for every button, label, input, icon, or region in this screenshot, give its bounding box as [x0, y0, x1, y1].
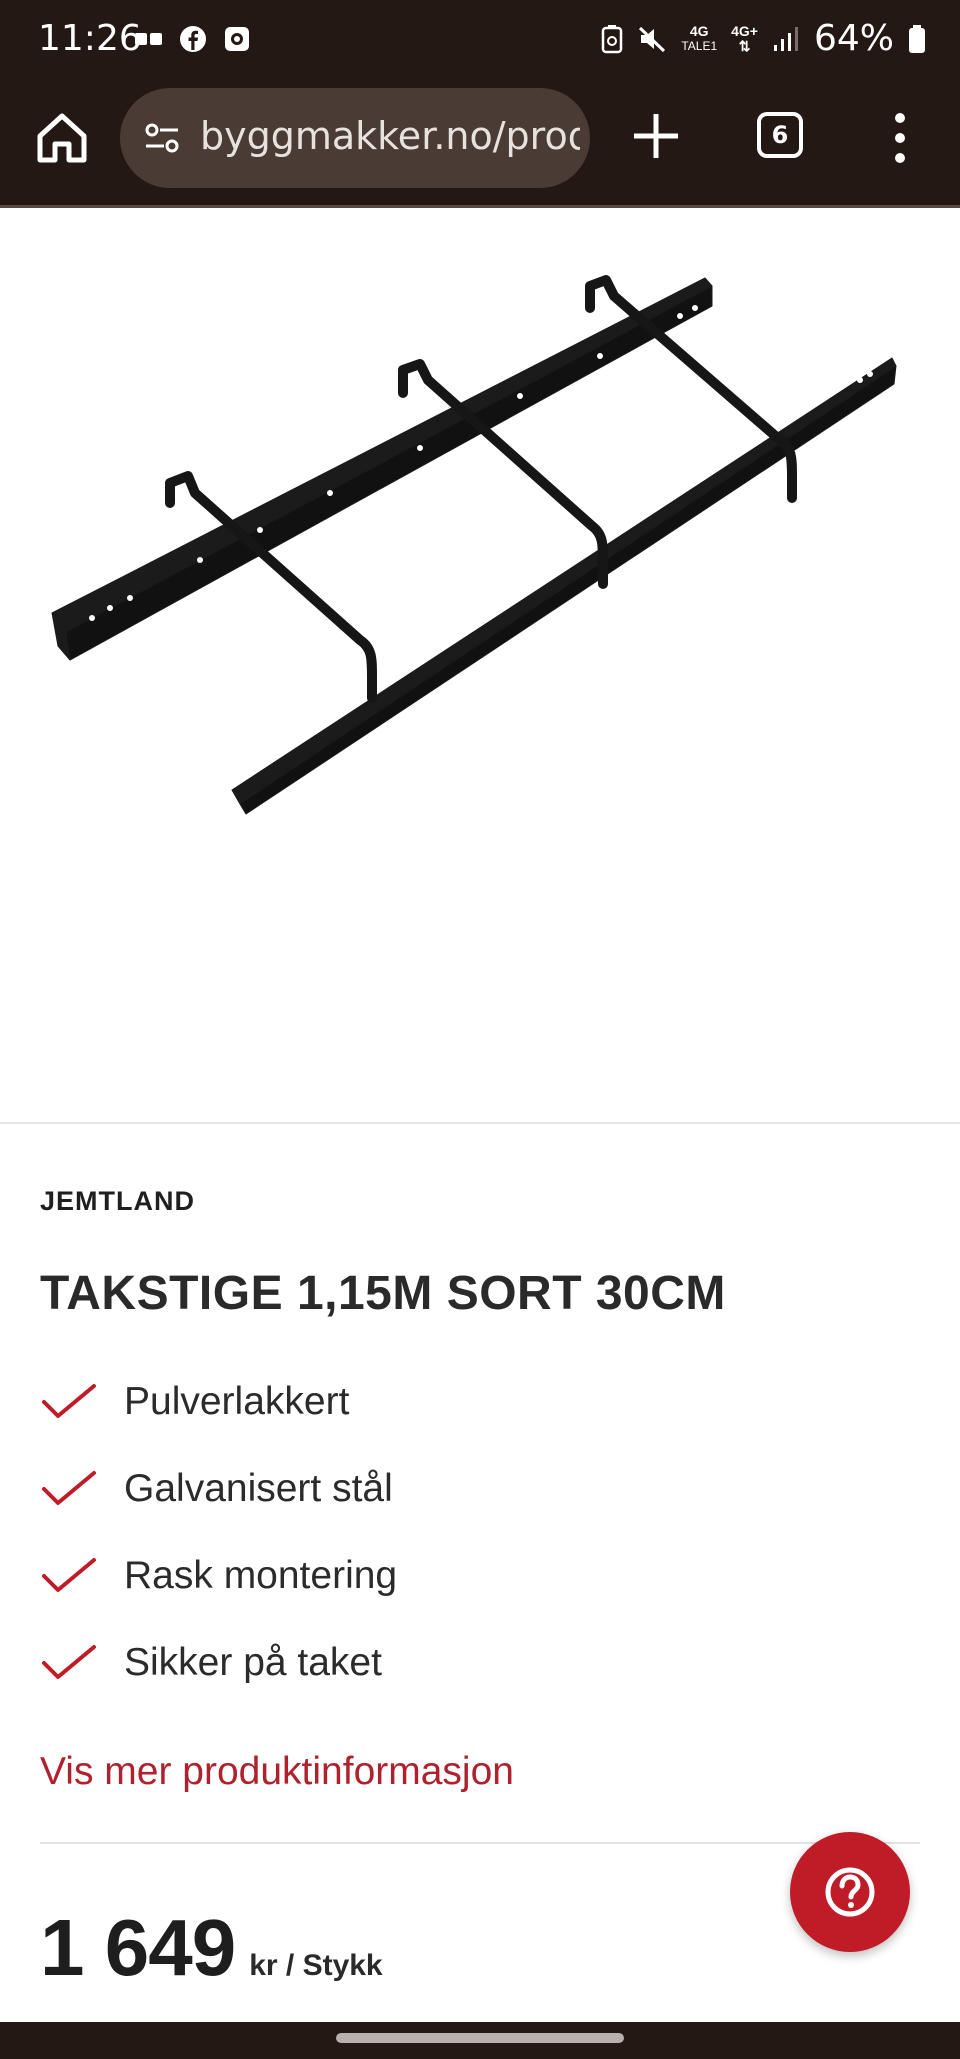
feature-list: Pulverlakkert Galvanisert stål Rask mont… [40, 1370, 397, 1718]
system-nav-bar [0, 2022, 960, 2059]
help-icon [825, 1867, 875, 1917]
url-text[interactable]: byggmakker.no/prod [200, 114, 580, 158]
facebook-icon [180, 26, 206, 52]
address-bar[interactable]: byggmakker.no/prod [120, 88, 590, 188]
signal-icon [773, 26, 798, 51]
feature-text: Sikker på taket [124, 1641, 382, 1684]
product-title: TAKSTIGE 1,15M SORT 30CM [40, 1267, 726, 1320]
feature-text: Rask montering [124, 1554, 398, 1597]
price-unit: kr / Stykk [249, 1949, 383, 1982]
battery-saver-icon [602, 24, 623, 53]
checkmark-icon [42, 1384, 96, 1418]
tab-switcher-button[interactable]: 6 [757, 112, 803, 158]
mute-icon [639, 26, 666, 52]
battery-icon [909, 24, 925, 53]
home-icon[interactable] [34, 110, 90, 166]
voicemail-icon [135, 33, 162, 45]
more-product-info-link[interactable]: Vis mer produktinformasjon [40, 1750, 514, 1794]
feature-item: Rask montering [40, 1544, 397, 1631]
roof-ladder-image [51, 275, 897, 815]
battery-percent: 64% [813, 18, 894, 59]
network-indicator-2: 4G+ ⇅ [731, 22, 758, 54]
screen-record-icon [225, 27, 249, 51]
feature-text: Pulverlakkert [124, 1380, 350, 1423]
browser-toolbar: byggmakker.no/prod 6 [0, 84, 960, 208]
more-options-icon[interactable] [888, 110, 912, 166]
site-settings-icon[interactable] [142, 118, 182, 158]
checkmark-icon [42, 1558, 96, 1592]
feature-item: Pulverlakkert [40, 1370, 397, 1457]
feature-item: Sikker på taket [40, 1631, 397, 1718]
product-image[interactable] [0, 208, 960, 1122]
divider [0, 1122, 960, 1124]
network-indicator-1: 4G TALE1 [681, 22, 718, 53]
new-tab-icon[interactable] [630, 110, 682, 162]
checkmark-icon [42, 1645, 96, 1679]
price-row: 1 649 kr / Stykk [40, 1902, 383, 1994]
help-button[interactable] [790, 1832, 910, 1952]
gesture-handle[interactable] [336, 2033, 624, 2043]
product-brand[interactable]: JEMTLAND [40, 1186, 195, 1217]
divider [40, 1842, 920, 1844]
status-time: 11:26 [38, 18, 142, 59]
feature-item: Galvanisert stål [40, 1457, 397, 1544]
price-value: 1 649 [40, 1903, 236, 1992]
status-bar: 11:26 4G TALE1 4G+ ⇅ 64% [0, 0, 960, 84]
feature-text: Galvanisert stål [124, 1467, 393, 1510]
checkmark-icon [42, 1471, 96, 1505]
